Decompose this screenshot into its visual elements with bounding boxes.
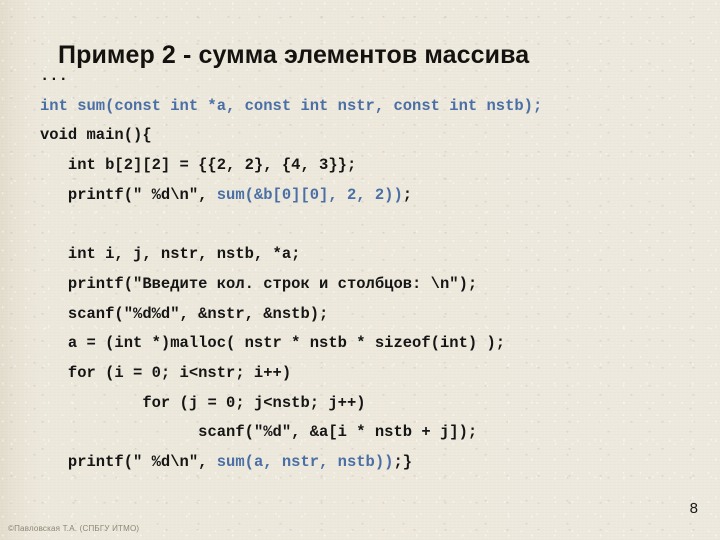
code-token: for (i = 0; i<nstr; i++) [67, 363, 292, 382]
footer-credit: ©Павловская Т.А. (СПБГУ ИТМО) [8, 524, 140, 533]
code-line: ... [40, 62, 700, 92]
code-token: scanf("%d%d", &nstr, &nstb); [67, 304, 329, 323]
code-token: void main(){ [40, 126, 152, 145]
code-token: int b[2][2] = {{2, 2}, {4, 3}}; [67, 156, 357, 175]
code-line: for (i = 0; i<nstr; i++) [40, 359, 700, 389]
code-token: printf("Введите кол. строк и столбцов: \… [67, 274, 478, 293]
code-line: void main(){ [40, 121, 700, 151]
code-token: a = (int *)malloc( nstr * nstb * sizeof(… [67, 334, 506, 353]
code-token: ... [40, 67, 68, 85]
code-token: printf(" %d\n", [67, 185, 217, 204]
code-token: ;} [393, 452, 413, 471]
code-line: printf("Введите кол. строк и столбцов: \… [40, 270, 700, 300]
code-token-highlight: sum(&b[0][0], 2, 2)) [216, 185, 403, 204]
code-line: scanf("%d", &a[i * nstb + j]); [40, 418, 700, 448]
code-line: scanf("%d%d", &nstr, &nstb); [40, 300, 700, 330]
code-token: scanf("%d", &a[i * nstb + j]); [198, 423, 478, 442]
code-token-highlight: sum(a, nstr, nstb)) [216, 452, 394, 471]
code-token-highlight: int sum(const int *a, const int nstr, co… [40, 96, 543, 115]
code-line: printf(" %d\n", sum(&b[0][0], 2, 2)); [40, 181, 700, 211]
code-line: int i, j, nstr, nstb, *a; [40, 240, 700, 270]
code-token: int i, j, nstr, nstb, *a; [67, 245, 301, 264]
code-token: for (j = 0; j<nstb; j++) [142, 393, 366, 412]
code-token: printf(" %d\n", [67, 452, 217, 471]
code-line: printf(" %d\n", sum(a, nstr, nstb));} [40, 448, 700, 478]
code-line: a = (int *)malloc( nstr * nstb * sizeof(… [40, 329, 700, 359]
code-token: ; [402, 185, 413, 204]
code-line: int b[2][2] = {{2, 2}, {4, 3}}; [40, 151, 700, 181]
slide-canvas: Пример 2 - сумма элементов массива ... in… [0, 0, 720, 540]
code-line: int sum(const int *a, const int nstr, co… [40, 92, 700, 122]
code-line: for (j = 0; j<nstb; j++) [40, 389, 700, 419]
code-listing: ... int sum(const int *a, const int nstr,… [40, 62, 700, 478]
page-number: 8 [689, 500, 698, 517]
